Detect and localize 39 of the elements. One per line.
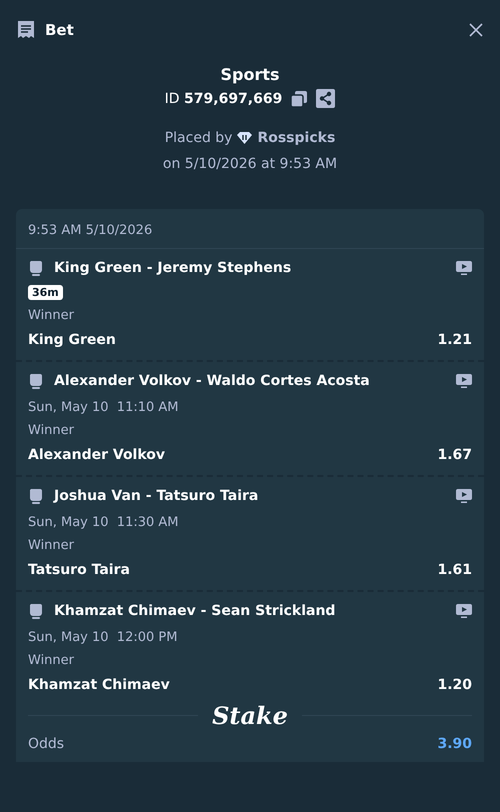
total-odds-value: 3.90	[437, 736, 472, 752]
pick-name: Khamzat Chimaev	[28, 677, 170, 693]
video-icon[interactable]	[456, 604, 472, 618]
market-label: Winner	[28, 423, 76, 438]
close-button[interactable]	[468, 22, 484, 38]
event-name[interactable]: Khamzat Chimaev - Sean Strickland	[54, 603, 446, 619]
market-label: Winner	[28, 653, 76, 668]
event-name[interactable]: Joshua Van - Tatsuro Taira	[54, 488, 446, 504]
diamond-icon	[236, 131, 254, 145]
event-start: Sun, May 10 11:10 AM	[28, 400, 180, 415]
video-icon[interactable]	[456, 374, 472, 388]
video-icon[interactable]	[456, 488, 472, 504]
event-name[interactable]: Alexander Volkov - Waldo Cortes Acosta	[54, 373, 446, 389]
pick-odds: 1.20	[437, 677, 472, 693]
share-button[interactable]	[316, 89, 336, 108]
event-start: Sun, May 10 11:30 AM	[28, 515, 180, 530]
user-name[interactable]: Rosspicks	[257, 130, 336, 146]
pick-odds: 1.67	[437, 447, 472, 463]
total-odds-label: Odds	[28, 736, 64, 752]
pick-name: Alexander Volkov	[28, 447, 166, 463]
pick-odds: 1.61	[437, 562, 472, 578]
live-time-badge: 36m	[28, 285, 63, 300]
pick-name: King Green	[28, 332, 116, 348]
brand-logo: Stake	[212, 701, 288, 730]
receipt-icon	[16, 20, 36, 40]
panel-title: Bet	[45, 21, 75, 39]
pick-odds: 1.21	[437, 332, 472, 348]
placed-date: on 5/10/2026 at 9:53 AM	[162, 156, 338, 172]
event-start: Sun, May 10 12:00 PM	[28, 630, 178, 645]
slip-timestamp: 9:53 AM 5/10/2026	[28, 223, 152, 238]
bet-id: ID 579,697,669	[164, 90, 282, 106]
market-label: Winner	[28, 538, 76, 553]
copy-button[interactable]	[290, 90, 308, 108]
bet-category: Sports	[220, 65, 280, 84]
video-icon[interactable]	[456, 260, 472, 276]
placed-by-label: Placed by	[164, 130, 232, 146]
pick-name: Tatsuro Taira	[28, 562, 130, 578]
market-label: Winner	[28, 308, 76, 323]
event-name[interactable]: King Green - Jeremy Stephens	[54, 260, 446, 276]
